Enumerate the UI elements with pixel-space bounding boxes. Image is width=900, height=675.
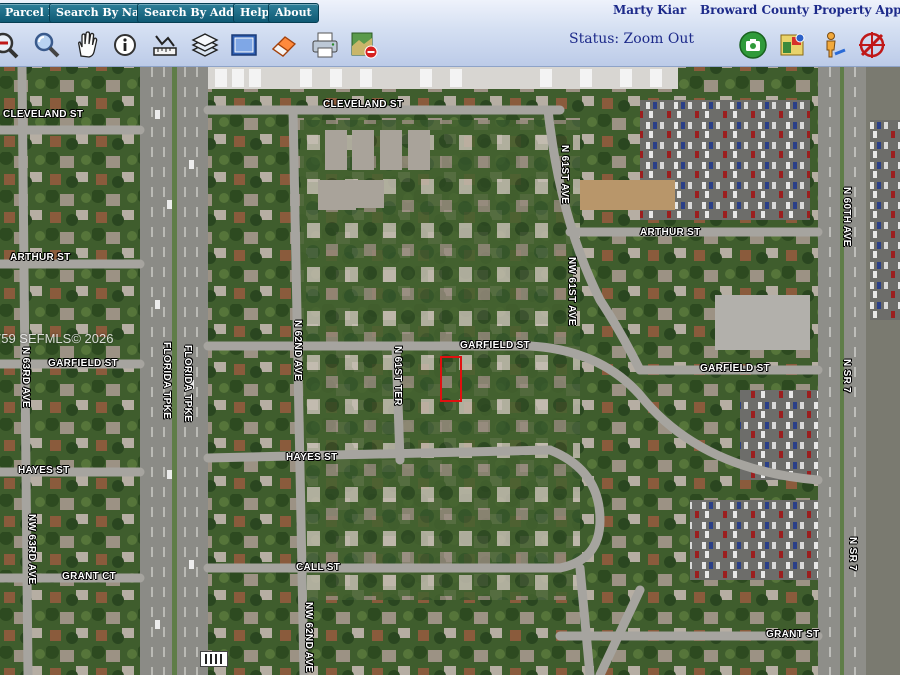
street-label-florida-tpke-west: FLORIDA TPKE — [161, 342, 172, 420]
zoom-search-icon[interactable] — [32, 30, 62, 60]
street-label-n-62nd-ave: N 62ND AVE — [292, 320, 303, 381]
street-label-n-sr-7-north: N SR 7 — [841, 359, 852, 394]
street-label-n-63rd-ave: N 63RD AVE — [20, 347, 31, 408]
aerial-map[interactable]: CLEVELAND ST CLEVELAND ST ARTHUR ST ARTH… — [0, 67, 900, 675]
full-extent-icon[interactable] — [229, 30, 259, 60]
street-label-grant-ct: GRANT CT — [62, 571, 117, 582]
about-button[interactable]: About — [268, 3, 319, 23]
street-label-cleveland-st: CLEVELAND ST — [323, 99, 404, 110]
print-icon[interactable] — [310, 30, 340, 60]
street-label-arthur-st-east: ARTHUR ST — [640, 227, 701, 238]
street-label-garfield-st-center: GARFIELD ST — [460, 340, 530, 351]
street-label-hayes-st-west: HAYES ST — [18, 465, 70, 476]
street-label-hayes-st-center: HAYES ST — [286, 452, 338, 463]
status-text: Status: Zoom Out — [569, 31, 694, 47]
map-export-icon[interactable] — [349, 30, 379, 60]
camera-icon[interactable] — [738, 30, 768, 60]
street-label-florida-tpke-east: FLORIDA TPKE — [182, 345, 193, 423]
street-label-call-st: CALL ST — [296, 562, 341, 573]
info-icon[interactable] — [110, 30, 140, 60]
property-map-app: Parcel Id Search By Name Search By Addre… — [0, 0, 900, 675]
street-label-n-61st-ter: N 61ST TER — [392, 346, 403, 406]
zoom-out-icon[interactable] — [0, 30, 20, 60]
street-label-nw-63rd-ave: NW 63RD AVE — [26, 514, 37, 585]
no-gps-icon[interactable] — [857, 30, 887, 60]
street-label-garfield-st-east: GARFIELD ST — [700, 363, 770, 374]
selected-parcel-outline[interactable] — [440, 356, 462, 402]
layers-icon[interactable] — [190, 30, 220, 60]
street-label-arthur-st-west: ARTHUR ST — [10, 252, 71, 263]
mls-watermark: 759 SEFMLS© 2026 — [0, 331, 114, 346]
scale-bar — [200, 651, 228, 667]
measure-icon[interactable] — [150, 30, 180, 60]
street-view-icon[interactable] — [817, 30, 847, 60]
pan-hand-icon[interactable] — [72, 30, 102, 60]
street-label-cleveland-st-west: CLEVELAND ST — [3, 109, 84, 120]
street-label-n-60th-ave: N 60TH AVE — [841, 187, 852, 247]
eraser-icon[interactable] — [269, 30, 299, 60]
street-label-n-sr-7-south: N SR 7 — [847, 537, 858, 572]
street-label-nw-62nd-ave: NW 62ND AVE — [303, 602, 314, 673]
header-agency-name: Broward County Property Apprais — [700, 3, 900, 17]
street-label-garfield-st-west: GARFIELD ST — [48, 358, 118, 369]
toolbar: Parcel Id Search By Name Search By Addre… — [0, 0, 900, 67]
street-label-grant-st: GRANT ST — [766, 629, 820, 640]
header-official-name: Marty Kiar — [613, 3, 687, 17]
street-label-nw-61st-ave: NW 61ST AVE — [566, 257, 577, 326]
aerial-photo-icon[interactable] — [778, 30, 808, 60]
street-label-n-61st-ave: N 61ST AVE — [559, 145, 570, 205]
